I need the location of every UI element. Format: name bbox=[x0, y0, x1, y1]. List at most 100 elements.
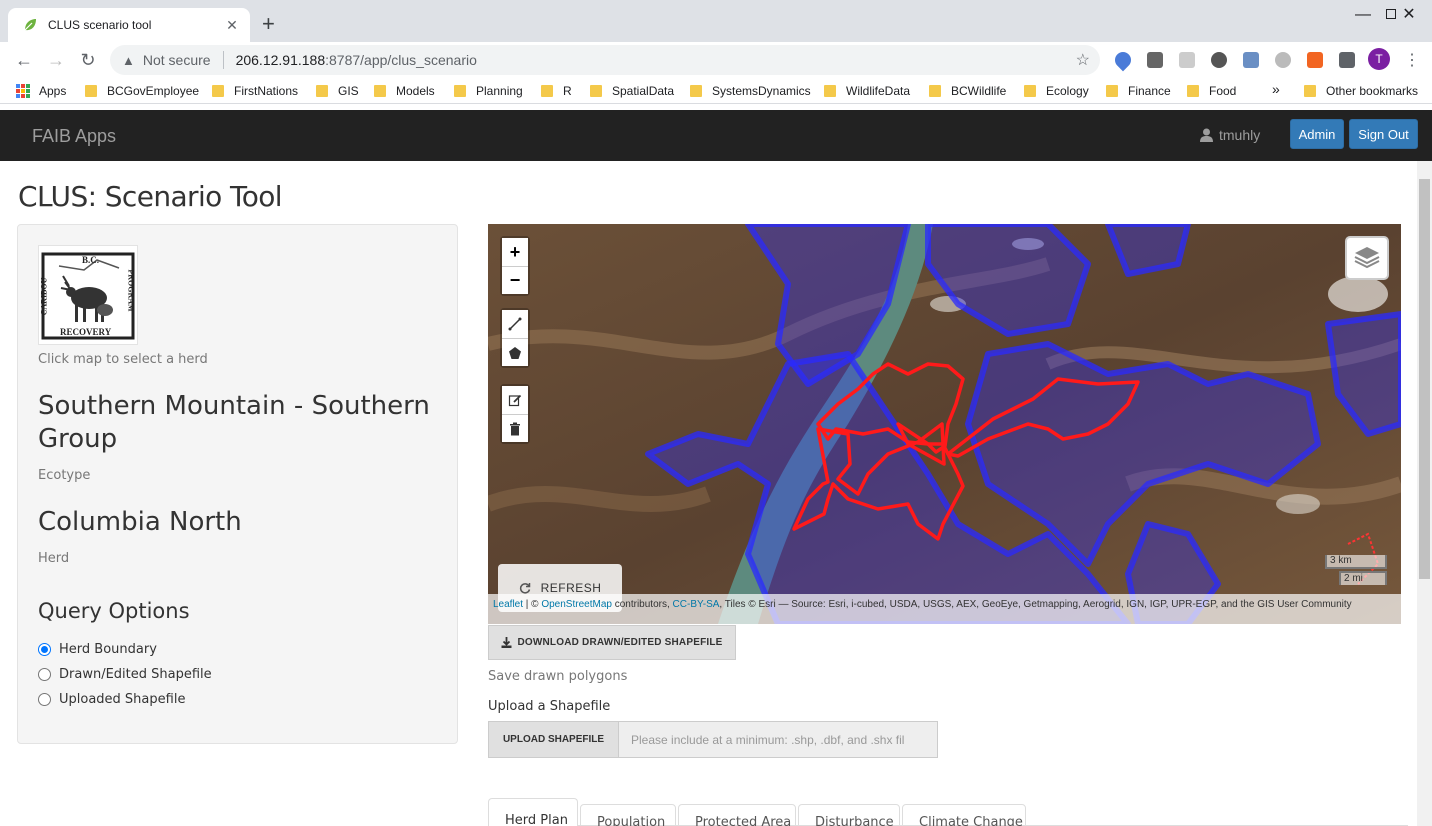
new-tab-button[interactable]: + bbox=[262, 12, 275, 36]
draw-polygon-icon[interactable] bbox=[502, 338, 528, 366]
not-secure-label: Not secure bbox=[142, 52, 211, 68]
upload-placeholder[interactable]: Please include at a minimum: .shp, .dbf,… bbox=[619, 722, 937, 757]
bookmarks-bar: Apps BCGovEmployee FirstNations GIS Mode… bbox=[0, 78, 1432, 104]
bookmark-label: Apps bbox=[39, 84, 67, 98]
bookmark-label: Finance bbox=[1128, 84, 1171, 98]
extension-r-icon[interactable] bbox=[1307, 52, 1323, 68]
folder-icon bbox=[541, 85, 553, 97]
bookmark-label: Models bbox=[396, 84, 435, 98]
bookmark-label: BCWildlife bbox=[951, 84, 1007, 98]
bookmark-folder[interactable]: R bbox=[541, 84, 572, 98]
extension-snip-icon[interactable] bbox=[1243, 52, 1259, 68]
radio-herd-boundary[interactable]: Herd Boundary bbox=[38, 642, 157, 657]
bookmark-folder[interactable]: SpatialData bbox=[590, 84, 674, 98]
folder-icon bbox=[590, 85, 602, 97]
page-title: CLUS: Scenario Tool bbox=[18, 180, 283, 213]
layers-control-icon[interactable] bbox=[1345, 236, 1389, 280]
bookmark-label: BCGovEmployee bbox=[107, 84, 200, 98]
address-divider bbox=[222, 51, 224, 69]
radio-label: Drawn/Edited Shapefile bbox=[59, 667, 212, 682]
bookmarks-overflow-icon[interactable]: » bbox=[1272, 81, 1280, 97]
edit-layers-icon[interactable] bbox=[502, 386, 528, 414]
extension-n-icon[interactable] bbox=[1147, 52, 1163, 68]
download-shapefile-button[interactable]: DOWNLOAD DRAWN/EDITED SHAPEFILE bbox=[488, 625, 736, 660]
tab-population[interactable]: Population bbox=[580, 804, 676, 826]
bookmark-label: WildlifeData bbox=[846, 84, 911, 98]
results-tabs: Herd Plan Population Protected Area Dist… bbox=[488, 798, 1408, 826]
scale-km: 3 km bbox=[1325, 555, 1387, 569]
bookmark-folder[interactable]: Ecology bbox=[1024, 84, 1089, 98]
leaflet-link[interactable]: Leaflet bbox=[493, 599, 523, 610]
url-path: :8787/app/clus_scenario bbox=[325, 52, 477, 68]
zoom-out-button[interactable]: − bbox=[502, 266, 528, 294]
forward-arrow-icon[interactable]: → bbox=[44, 48, 68, 72]
bookmark-folder[interactable]: GIS bbox=[316, 84, 359, 98]
folder-icon bbox=[454, 85, 466, 97]
logo-right-text: PROGRAM bbox=[126, 269, 136, 312]
url-text: 206.12.91.188:8787/app/clus_scenario bbox=[236, 52, 477, 68]
bookmark-label: Food bbox=[1209, 84, 1237, 98]
extension-circle-icon[interactable] bbox=[1211, 52, 1227, 68]
radio-unchecked-icon[interactable] bbox=[38, 668, 51, 681]
bookmark-folder[interactable]: FirstNations bbox=[212, 84, 298, 98]
user-menu[interactable]: tmuhly bbox=[1200, 127, 1260, 143]
radio-uploaded-shapefile[interactable]: Uploaded Shapefile bbox=[38, 692, 185, 707]
close-tab-icon[interactable]: ✕ bbox=[224, 17, 240, 34]
bookmark-folder[interactable]: Finance bbox=[1106, 84, 1171, 98]
bookmark-folder[interactable]: Models bbox=[374, 84, 435, 98]
bookmark-folder[interactable]: Food bbox=[1187, 84, 1236, 98]
tab-disturbance[interactable]: Disturbance bbox=[798, 804, 900, 826]
close-window-icon[interactable]: ✕ bbox=[1386, 4, 1432, 26]
draw-polyline-icon[interactable] bbox=[502, 310, 528, 338]
bookmark-folder[interactable]: SystemsDynamics bbox=[690, 84, 811, 98]
delete-layers-icon[interactable] bbox=[502, 414, 528, 442]
radio-unchecked-icon[interactable] bbox=[38, 693, 51, 706]
tab-climate-change[interactable]: Climate Change bbox=[902, 804, 1026, 826]
cc-by-sa-link[interactable]: CC-BY-SA bbox=[673, 599, 720, 610]
ecotype-value: Southern Mountain - Southern Group bbox=[38, 391, 430, 454]
reload-icon[interactable]: ↻ bbox=[76, 48, 100, 72]
maximize-icon[interactable] bbox=[1340, 4, 1396, 26]
bookmark-folder[interactable]: BCGovEmployee bbox=[85, 84, 199, 98]
browser-menu-icon[interactable]: ⋮ bbox=[1404, 50, 1420, 70]
bookmark-star-icon[interactable]: ☆ bbox=[1076, 50, 1090, 70]
osm-link[interactable]: OpenStreetMap bbox=[541, 599, 612, 610]
extension-face-icon[interactable] bbox=[1275, 52, 1291, 68]
download-label: DOWNLOAD DRAWN/EDITED SHAPEFILE bbox=[517, 637, 723, 648]
extensions-puzzle-icon[interactable] bbox=[1339, 52, 1355, 68]
bookmark-apps[interactable]: Apps bbox=[16, 84, 66, 98]
upload-shapefile-button[interactable]: UPLOAD SHAPEFILE bbox=[489, 722, 619, 757]
scrollbar-thumb[interactable] bbox=[1419, 179, 1430, 579]
extension-cloud-icon[interactable] bbox=[1179, 52, 1195, 68]
logo-left-text: CARIBOU bbox=[39, 277, 49, 316]
bookmark-folder[interactable]: BCWildlife bbox=[929, 84, 1006, 98]
folder-icon bbox=[824, 85, 836, 97]
other-bookmarks[interactable]: Other bookmarks bbox=[1304, 84, 1418, 98]
zoom-in-button[interactable]: + bbox=[502, 238, 528, 266]
upload-shapefile-input[interactable]: UPLOAD SHAPEFILE Please include at a min… bbox=[488, 721, 938, 758]
leaflet-map[interactable]: + − REFRESH 3 km 2 mi Leaflet | © OpenSt… bbox=[488, 224, 1401, 624]
tab-protected-area[interactable]: Protected Area bbox=[678, 804, 796, 826]
apps-grid-icon bbox=[16, 84, 30, 98]
folder-icon bbox=[374, 85, 386, 97]
tab-title: CLUS scenario tool bbox=[48, 18, 152, 32]
profile-avatar[interactable]: T bbox=[1368, 48, 1390, 70]
app-brand[interactable]: FAIB Apps bbox=[32, 126, 116, 147]
browser-toolbar: ← → ↻ ▲ Not secure 206.12.91.188:8787/ap… bbox=[0, 42, 1432, 78]
bookmark-folder[interactable]: WildlifeData bbox=[824, 84, 910, 98]
address-bar[interactable]: ▲ Not secure 206.12.91.188:8787/app/clus… bbox=[110, 45, 1100, 75]
admin-button[interactable]: Admin bbox=[1290, 119, 1344, 149]
radio-checked-icon[interactable] bbox=[38, 643, 51, 656]
refresh-icon bbox=[519, 583, 530, 594]
radio-drawn-shapefile[interactable]: Drawn/Edited Shapefile bbox=[38, 667, 212, 682]
extension-graduation-icon[interactable] bbox=[1111, 48, 1135, 72]
sign-out-button[interactable]: Sign Out bbox=[1349, 119, 1418, 149]
bookmark-folder[interactable]: Planning bbox=[454, 84, 523, 98]
browser-tab[interactable]: CLUS scenario tool ✕ bbox=[8, 8, 250, 42]
page-scrollbar[interactable] bbox=[1417, 161, 1432, 826]
browser-tab-strip: CLUS scenario tool ✕ + — ✕ bbox=[0, 0, 1432, 42]
bookmark-label: R bbox=[563, 84, 572, 98]
app-navbar: FAIB Apps tmuhly Admin Sign Out bbox=[0, 110, 1432, 161]
tab-herd-plan[interactable]: Herd Plan bbox=[488, 798, 578, 826]
back-arrow-icon[interactable]: ← bbox=[12, 48, 36, 72]
